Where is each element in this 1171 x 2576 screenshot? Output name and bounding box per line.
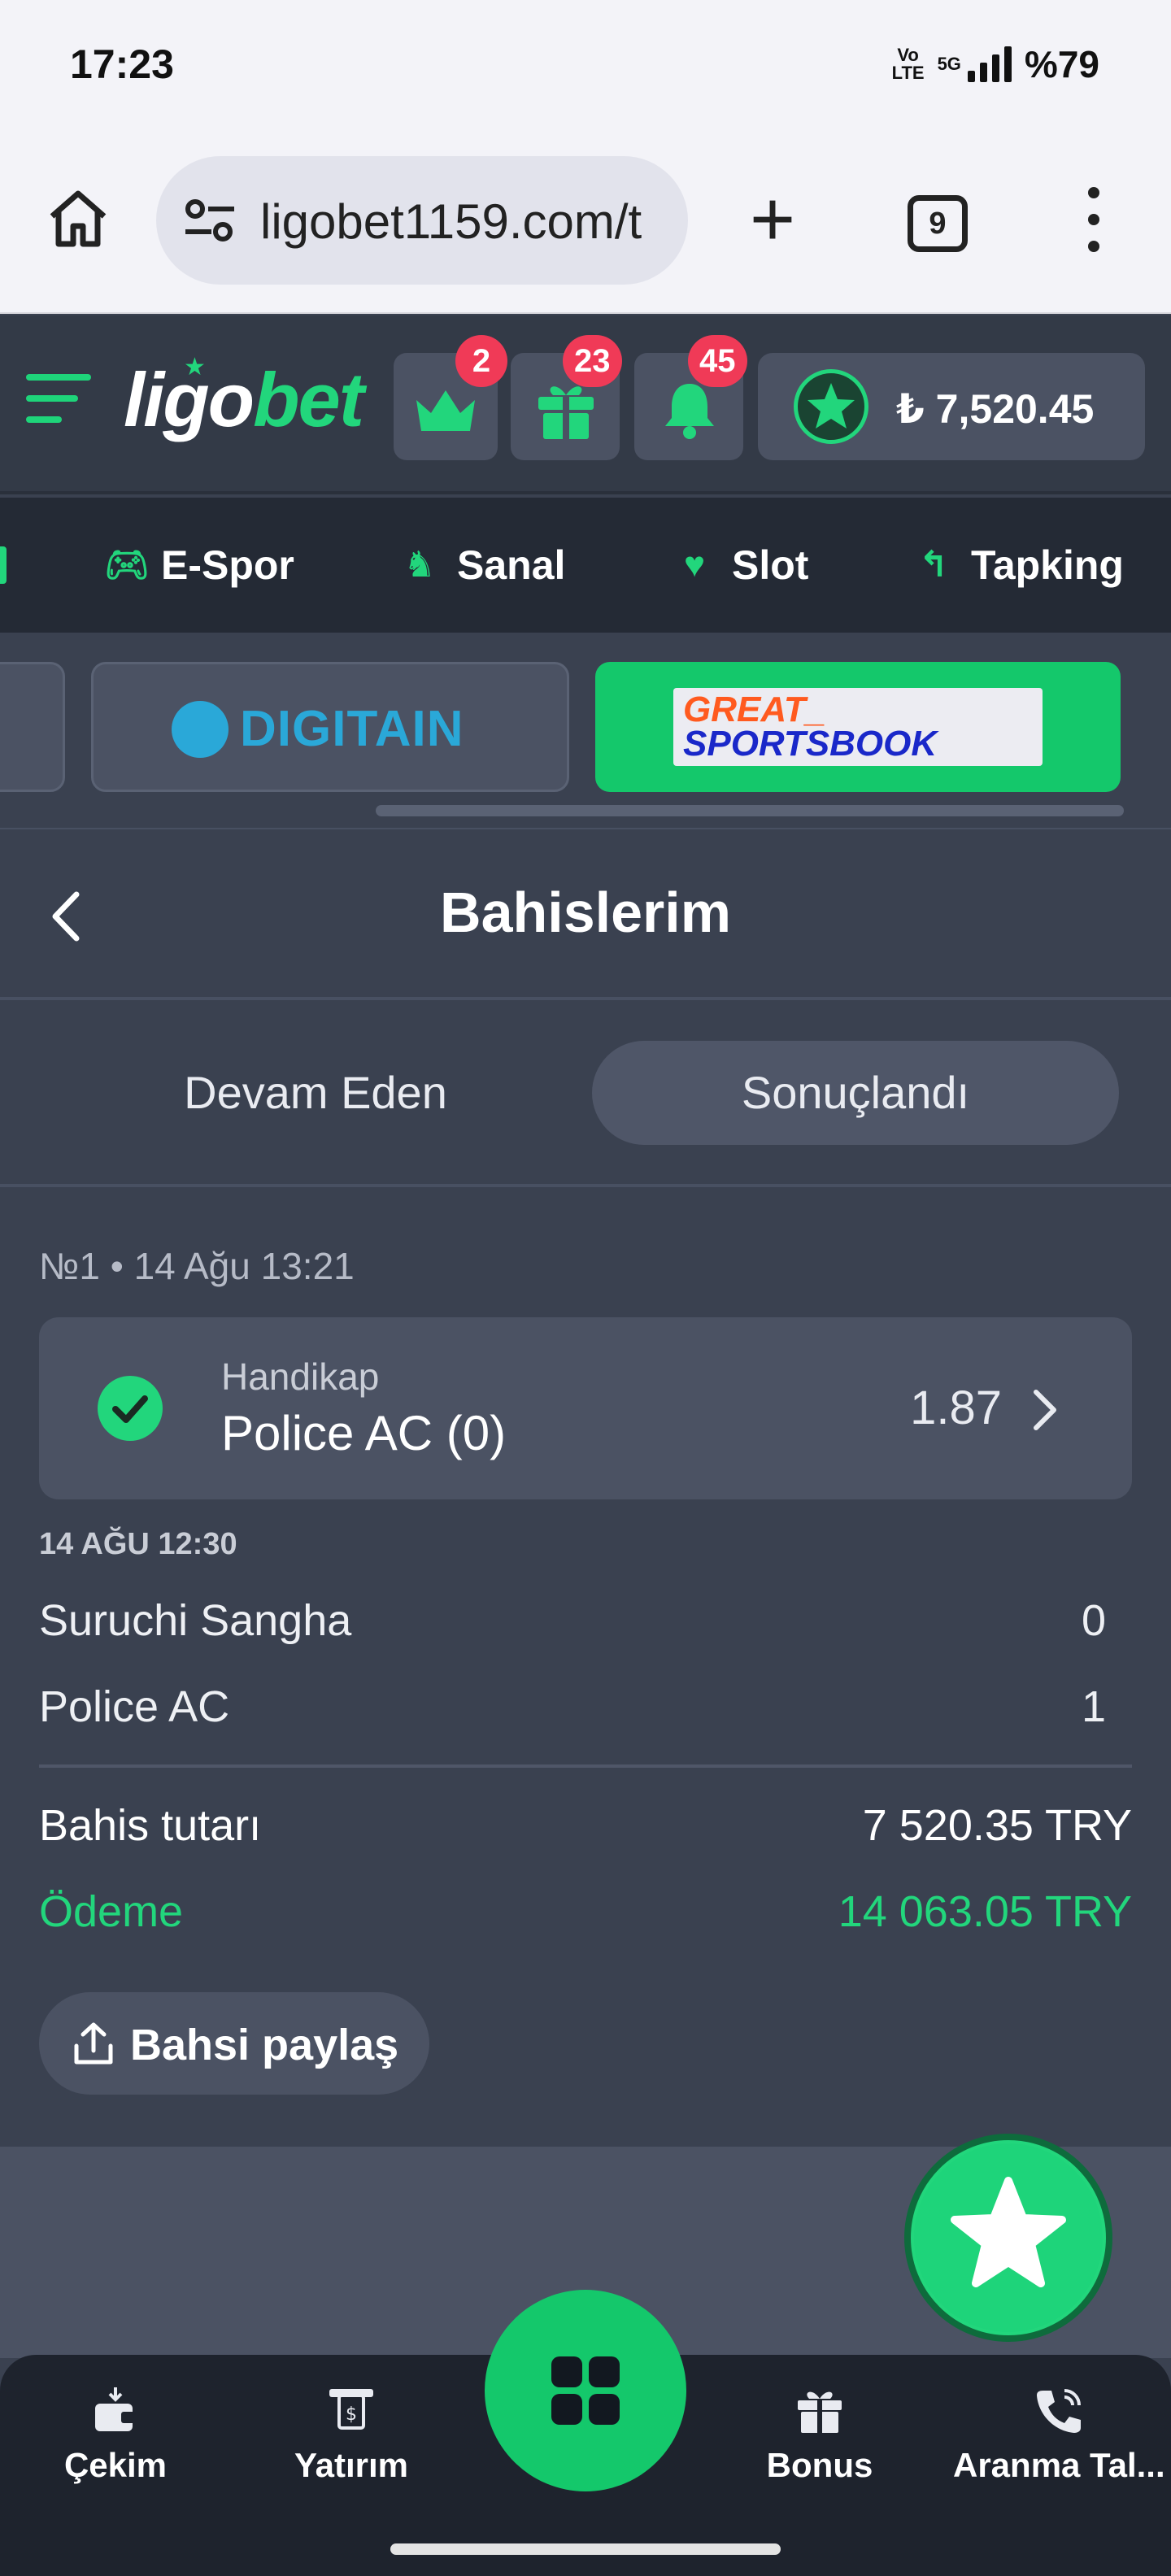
menu-grid-button[interactable] — [485, 2290, 686, 2491]
address-bar[interactable]: ligobet1159.com/t — [156, 156, 688, 285]
balance-amount: ₺ 7,520.45 — [896, 386, 1095, 432]
deposit-icon: $ — [329, 2389, 373, 2430]
crown-icon — [416, 390, 475, 431]
bet-selection[interactable]: Handikap Police AC (0) 1.87 — [39, 1317, 1132, 1499]
category-esports[interactable]: 🎮︎ E-Spor — [104, 540, 294, 590]
volte-icon: Vo LTE — [891, 45, 925, 83]
bet-card: №1 • 14 Ağu 13:21 Handikap Police AC (0)… — [0, 1187, 1171, 2147]
url-text: ligobet1159.com/t — [260, 194, 642, 249]
divider — [39, 1764, 1132, 1768]
nav-deposit[interactable]: $ Yatırım — [254, 2384, 449, 2485]
signal-icon — [967, 46, 1012, 82]
tab-ongoing[interactable]: Devam Eden — [39, 1041, 592, 1145]
nav-bonus[interactable]: Bonus — [722, 2384, 917, 2485]
payout-value: 14 063.05 TRY — [838, 1887, 1132, 1936]
category-virtual[interactable]: ♞ Sanal — [400, 540, 565, 590]
phone-icon — [1037, 2389, 1081, 2433]
ligobet-logo[interactable]: ligobet — [124, 356, 364, 444]
category-prev-item[interactable] — [0, 546, 7, 584]
digitain-logo: DIGITAIN — [172, 700, 464, 758]
gift-button[interactable]: 23 — [511, 335, 622, 460]
tab-switcher-button[interactable]: 9 — [908, 195, 968, 252]
browser-toolbar: ligobet1159.com/t + 9 — [0, 130, 1171, 314]
check-icon — [98, 1376, 163, 1441]
provider-card-great-sportsbook[interactable]: GREAT_ SPORTSBOOK — [595, 662, 1121, 792]
away-score: 1 — [1081, 1682, 1106, 1731]
status-icons: Vo LTE 5G %79 — [892, 42, 1099, 86]
balance-button[interactable]: ₺ 7,520.45 — [758, 353, 1145, 460]
match-date: 14 AĞU 12:30 — [39, 1527, 237, 1561]
status-time: 17:23 — [70, 41, 174, 87]
provider-carousel: DIGITAIN GREAT_ SPORTSBOOK — [0, 633, 1171, 828]
gift-icon — [798, 2391, 842, 2433]
page-title: Bahislerim — [440, 881, 731, 944]
provider-card-prev[interactable] — [0, 662, 65, 792]
grid-icon — [551, 2356, 582, 2387]
share-icon — [74, 2022, 113, 2065]
vip-button[interactable]: 2 — [394, 335, 507, 460]
market-label: Handikap — [221, 1355, 380, 1398]
stake-value: 7 520.35 TRY — [862, 1801, 1132, 1850]
odds-value: 1.87 — [910, 1382, 1002, 1434]
notifications-badge: 45 — [688, 335, 747, 387]
5g-label: 5G — [937, 54, 961, 74]
site-settings-icon[interactable] — [184, 198, 236, 242]
pick-label: Police AC (0) — [221, 1406, 507, 1460]
star-icon — [951, 2177, 1066, 2287]
battery-percent: %79 — [1024, 43, 1099, 85]
bell-icon — [665, 384, 714, 439]
category-nav: 🎮︎ E-Spor ♞ Sanal ♥ Slot ↰ Tapking — [0, 498, 1171, 633]
chevron-right-icon — [1034, 1390, 1056, 1430]
logo-star-icon: ★ — [184, 354, 206, 381]
more-menu-icon[interactable] — [1073, 187, 1114, 252]
away-team: Police AC — [39, 1682, 230, 1731]
my-bets-header: Bahislerim — [0, 828, 1171, 1000]
new-tab-button[interactable]: + — [740, 181, 805, 259]
category-tapking[interactable]: ↰ Tapking — [914, 540, 1124, 590]
status-bar: 17:23 Vo LTE 5G %79 — [0, 0, 1171, 130]
provider-card-digitain[interactable]: DIGITAIN — [91, 662, 569, 792]
home-score: 0 — [1081, 1596, 1106, 1645]
wallet-icon — [95, 2387, 136, 2431]
gift-badge: 23 — [563, 335, 622, 387]
tapking-icon: ↰ — [918, 545, 949, 585]
home-icon[interactable] — [46, 185, 111, 250]
bet-meta: №1 • 14 Ağu 13:21 — [39, 1245, 355, 1287]
nav-withdraw[interactable]: Çekim — [18, 2384, 213, 2485]
globe-icon — [172, 700, 229, 758]
category-slot[interactable]: ♥ Slot — [675, 540, 809, 590]
share-bet-button[interactable]: Bahsi paylaş — [39, 1992, 429, 2095]
notifications-button[interactable]: 45 — [634, 335, 747, 460]
strawberry-icon: ♥ — [683, 545, 706, 585]
great-sportsbook-logo: GREAT_ SPORTSBOOK — [673, 688, 1043, 766]
gamepad-icon: 🎮︎ — [104, 545, 150, 585]
stake-label: Bahis tutarı — [39, 1801, 262, 1850]
favorites-fab[interactable] — [904, 2134, 1112, 2342]
payout-label: Ödeme — [39, 1887, 184, 1936]
horse-icon: ♞ — [403, 545, 436, 585]
nav-callback[interactable]: Aranma Tal... — [953, 2384, 1165, 2485]
home-indicator[interactable] — [390, 2543, 781, 2555]
vip-badge: 2 — [455, 335, 507, 387]
site-header: ligobet ★ 2 23 45 ₺ 7,520.45 — [0, 315, 1171, 494]
svg-text:$: $ — [346, 2404, 357, 2425]
provider-scrollbar[interactable] — [376, 805, 1124, 816]
bet-status-tabs: Devam Eden Sonuçlandı — [0, 1000, 1171, 1187]
star-icon — [794, 369, 868, 444]
gift-icon — [538, 386, 594, 439]
menu-icon[interactable] — [26, 374, 91, 424]
tab-settled[interactable]: Sonuçlandı — [592, 1041, 1119, 1145]
home-team: Suruchi Sangha — [39, 1596, 352, 1645]
